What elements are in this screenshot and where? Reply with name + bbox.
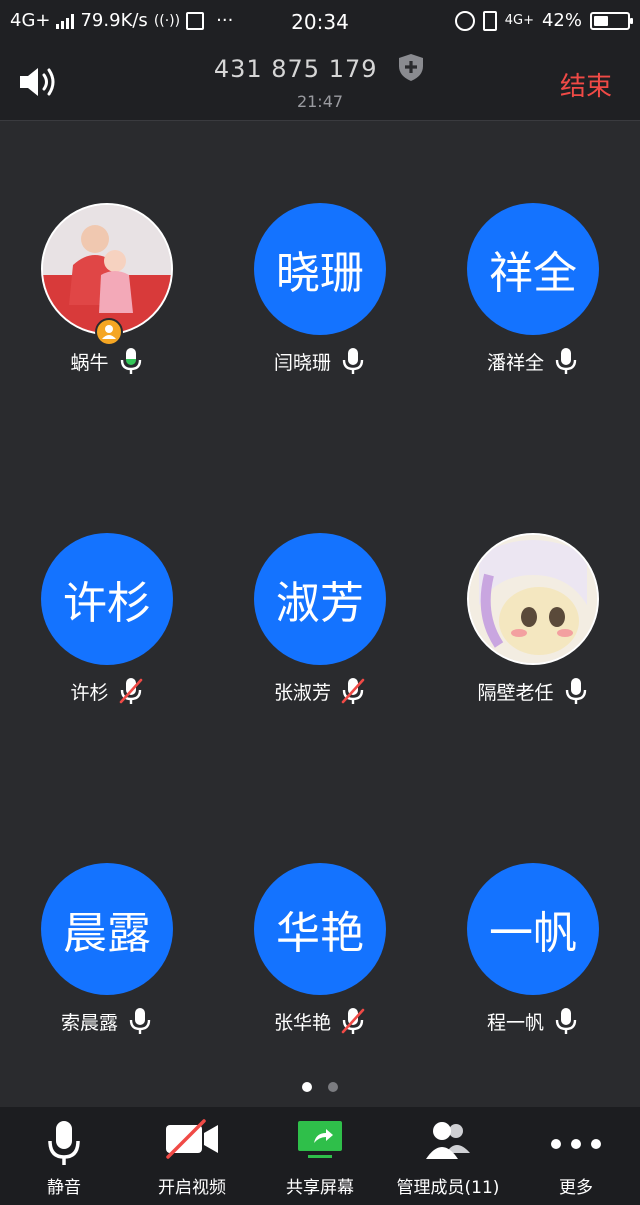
participant-tile[interactable]: 许杉 许杉 (0, 450, 213, 780)
status-bar: 4G+ 79.9K/s ((·)) ··· 20:34 4G+ 42% (0, 0, 640, 44)
host-badge-icon (95, 318, 123, 346)
participant-tile[interactable]: 淑芳 张淑芳 (213, 450, 426, 780)
participant-name: 隔壁老任 (477, 681, 554, 704)
end-call-button[interactable]: 结束 (560, 66, 612, 103)
manage-members-label: 管理成员(11) (396, 1178, 500, 1198)
participant-name: 索晨露 (60, 1011, 118, 1034)
participant-tile[interactable]: 祥全 潘祥全 (426, 120, 639, 450)
mic-on-icon (119, 346, 143, 376)
participant-tile[interactable]: 晓珊 闫晓珊 (213, 120, 426, 450)
participant-name: 潘祥全 (486, 351, 544, 374)
participant-avatar (467, 533, 599, 665)
members-icon (424, 1119, 472, 1167)
participant-avatar: 晓珊 (254, 203, 386, 335)
share-screen-button[interactable]: 共享屏幕 (256, 1107, 384, 1205)
start-video-button[interactable]: 开启视频 (128, 1107, 256, 1205)
network-type-right: 4G+ (504, 13, 534, 28)
manage-members-button[interactable]: 管理成员(11) (384, 1107, 512, 1205)
page-indicator (0, 1082, 640, 1092)
participant-name: 张淑芳 (273, 681, 331, 704)
battery-percent: 42% (541, 10, 582, 31)
participant-avatar (41, 203, 173, 335)
participant-tile[interactable]: 晨露 索晨露 (0, 780, 213, 1110)
mic-muted-icon (119, 676, 143, 706)
mic-on-icon (554, 346, 578, 376)
participant-tile[interactable]: 蜗牛 (0, 120, 213, 450)
share-screen-label: 共享屏幕 (286, 1178, 354, 1198)
mute-button[interactable]: 静音 (0, 1107, 128, 1205)
more-button[interactable]: 更多 (512, 1107, 640, 1205)
participant-name: 张华艳 (273, 1011, 331, 1034)
participant-name: 闫晓珊 (273, 351, 331, 374)
mic-on-icon (341, 346, 365, 376)
avatar-photo-icon (469, 535, 597, 663)
microphone-icon (46, 1119, 82, 1171)
participant-tile[interactable]: 华艳 张华艳 (213, 780, 426, 1110)
participant-grid: 蜗牛 晓珊 闫晓珊 祥全 潘祥全 许杉 许杉 淑芳 张淑芳 隔壁老任 晨露 索晨… (0, 120, 640, 1080)
battery-icon (590, 11, 633, 30)
share-screen-icon (296, 1119, 344, 1165)
meeting-id-text: 431 875 179 (213, 55, 378, 83)
participant-avatar: 淑芳 (254, 533, 386, 665)
participant-name: 许杉 (70, 681, 109, 704)
start-video-label: 开启视频 (158, 1178, 226, 1198)
vibrate-icon (482, 10, 497, 31)
participant-tile[interactable]: 一帆 程一帆 (426, 780, 639, 1110)
participant-name: 程一帆 (486, 1011, 544, 1034)
more-label: 更多 (559, 1178, 593, 1198)
alarm-icon (454, 10, 475, 31)
mic-muted-icon (341, 676, 365, 706)
participant-avatar: 祥全 (467, 203, 599, 335)
bottom-toolbar: 静音 开启视频 共享屏幕 管理成员(11) 更多 (0, 1107, 640, 1205)
participant-avatar: 一帆 (467, 863, 599, 995)
more-icon (550, 1135, 602, 1154)
page-dot-active[interactable] (302, 1082, 312, 1092)
participant-avatar: 华艳 (254, 863, 386, 995)
video-off-icon (164, 1119, 220, 1163)
participant-avatar: 晨露 (41, 863, 173, 995)
page-dot[interactable] (328, 1082, 338, 1092)
mic-on-icon (128, 1006, 152, 1036)
meeting-id[interactable]: 431 875 179 (0, 52, 640, 88)
mic-on-icon (554, 1006, 578, 1036)
mic-on-icon (564, 676, 588, 706)
call-header: 431 875 179 21:47 结束 (0, 44, 640, 121)
avatar-photo-icon (43, 205, 171, 333)
participant-avatar: 许杉 (41, 533, 173, 665)
shield-icon (396, 52, 426, 88)
participant-tile[interactable]: 隔壁老任 (426, 450, 639, 780)
mic-muted-icon (341, 1006, 365, 1036)
mute-label: 静音 (47, 1178, 81, 1198)
participant-name: 蜗牛 (70, 351, 109, 374)
call-timer: 21:47 (296, 92, 344, 111)
